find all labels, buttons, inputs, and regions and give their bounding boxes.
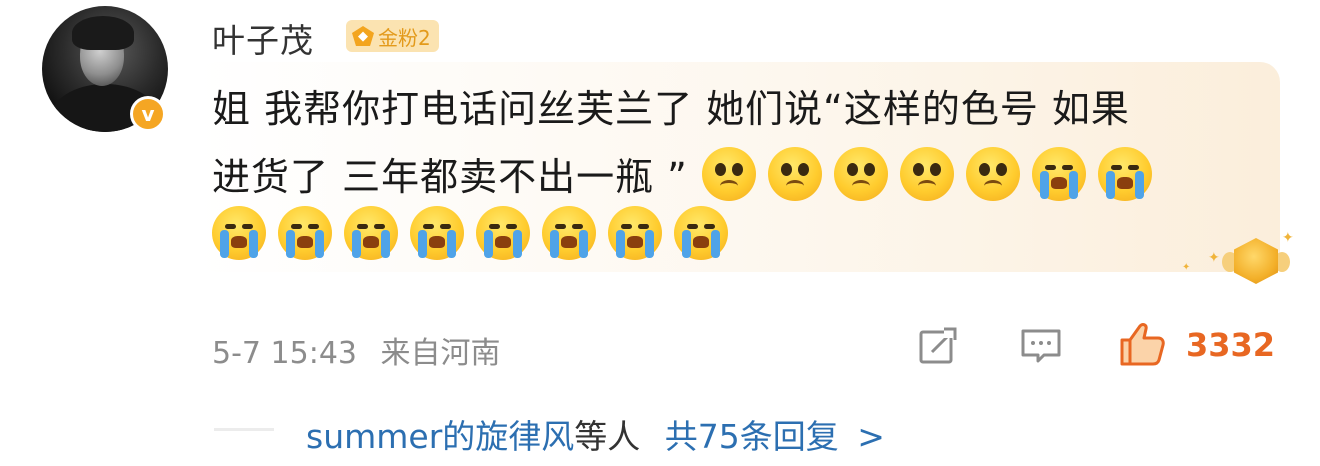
sad-face-emoji [899, 146, 954, 201]
verified-badge-icon: v [130, 96, 166, 132]
share-icon[interactable] [918, 326, 958, 366]
sad-face-emoji [701, 146, 756, 201]
crying-face-emoji [344, 206, 398, 260]
sad-face-emoji [833, 146, 888, 201]
thumbs-up-icon[interactable] [1118, 320, 1166, 368]
fan-badge-label: 金粉2 [378, 25, 431, 50]
crying-face-emoji [278, 206, 332, 260]
reply-divider [214, 428, 274, 431]
like-count: 3332 [1186, 326, 1276, 364]
sad-face-emoji [767, 146, 822, 201]
timestamp: 5-7 15:43 [212, 336, 357, 371]
crying-face-emoji [212, 206, 266, 260]
medal-icon: ✦ ✦ ✦ [1182, 230, 1294, 292]
replies-link[interactable]: summer的旋律风等人 共75条回复 > [306, 410, 885, 458]
comment-icon[interactable] [1020, 328, 1062, 364]
comment-text-line-2: 进货了 三年都卖不出一瓶 ” [212, 146, 1164, 201]
crying-face-emoji [542, 206, 596, 260]
reply-suffix: 等人 [574, 417, 641, 456]
chevron-right-icon[interactable]: > [857, 417, 885, 456]
fan-badge[interactable]: ◆ 金粉2 [346, 20, 439, 52]
reply-user[interactable]: summer的旋律风 [306, 417, 574, 456]
comment-text: 姐 我帮你打电话问丝芙兰了 她们说“这样的色号 如果 [212, 87, 1130, 131]
sad-face-emoji [965, 146, 1020, 201]
comment-text-line-1: 姐 我帮你打电话问丝芙兰了 她们说“这样的色号 如果 [212, 78, 1130, 133]
crying-face-emoji [1097, 146, 1152, 201]
username[interactable]: 叶子茂 [212, 14, 314, 62]
comment-emoji-line [212, 206, 740, 260]
avatar-hair [72, 16, 134, 50]
crying-face-emoji [410, 206, 464, 260]
gem-icon: ◆ [352, 26, 374, 46]
comment-text: 进货了 三年都卖不出一瓶 ” [212, 155, 688, 199]
crying-face-emoji [476, 206, 530, 260]
crying-face-emoji [1031, 146, 1086, 201]
comment-meta: 5-7 15:43 来自河南 [212, 328, 501, 372]
location: 来自河南 [380, 336, 501, 371]
crying-face-emoji [674, 206, 728, 260]
crying-face-emoji [608, 206, 662, 260]
reply-count[interactable]: 共75条回复 [665, 417, 839, 456]
